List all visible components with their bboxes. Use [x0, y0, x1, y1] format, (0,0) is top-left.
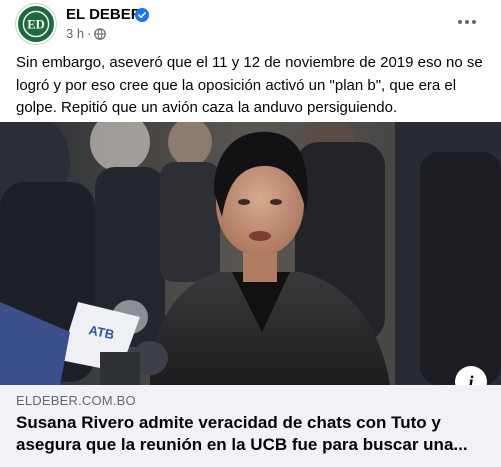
page-avatar[interactable]: ED	[16, 4, 56, 44]
meta-separator: ·	[87, 26, 92, 41]
post-header: ED EL DEBER 3 h ·	[0, 0, 501, 50]
globe-icon[interactable]	[94, 27, 107, 40]
more-options-icon[interactable]	[449, 8, 485, 36]
page-logo: ED	[19, 7, 53, 41]
post-image[interactable]: ATB	[0, 122, 501, 385]
post-timestamp[interactable]: 3 h	[66, 26, 84, 41]
avatar-initials: ED	[27, 18, 45, 32]
news-photo: ATB	[0, 122, 501, 385]
post-text: Sin embargo, aseveró que el 11 y 12 de n…	[16, 54, 483, 116]
post-meta: 3 h ·	[66, 26, 107, 41]
verified-badge-icon	[135, 8, 149, 22]
page-name[interactable]: EL DEBER	[66, 6, 142, 23]
link-title[interactable]: Susana Rivero admite veracidad de chats …	[16, 412, 486, 456]
link-preview[interactable]: ELDEBER.COM.BO Susana Rivero admite vera…	[0, 385, 501, 467]
link-domain: ELDEBER.COM.BO	[16, 393, 136, 408]
